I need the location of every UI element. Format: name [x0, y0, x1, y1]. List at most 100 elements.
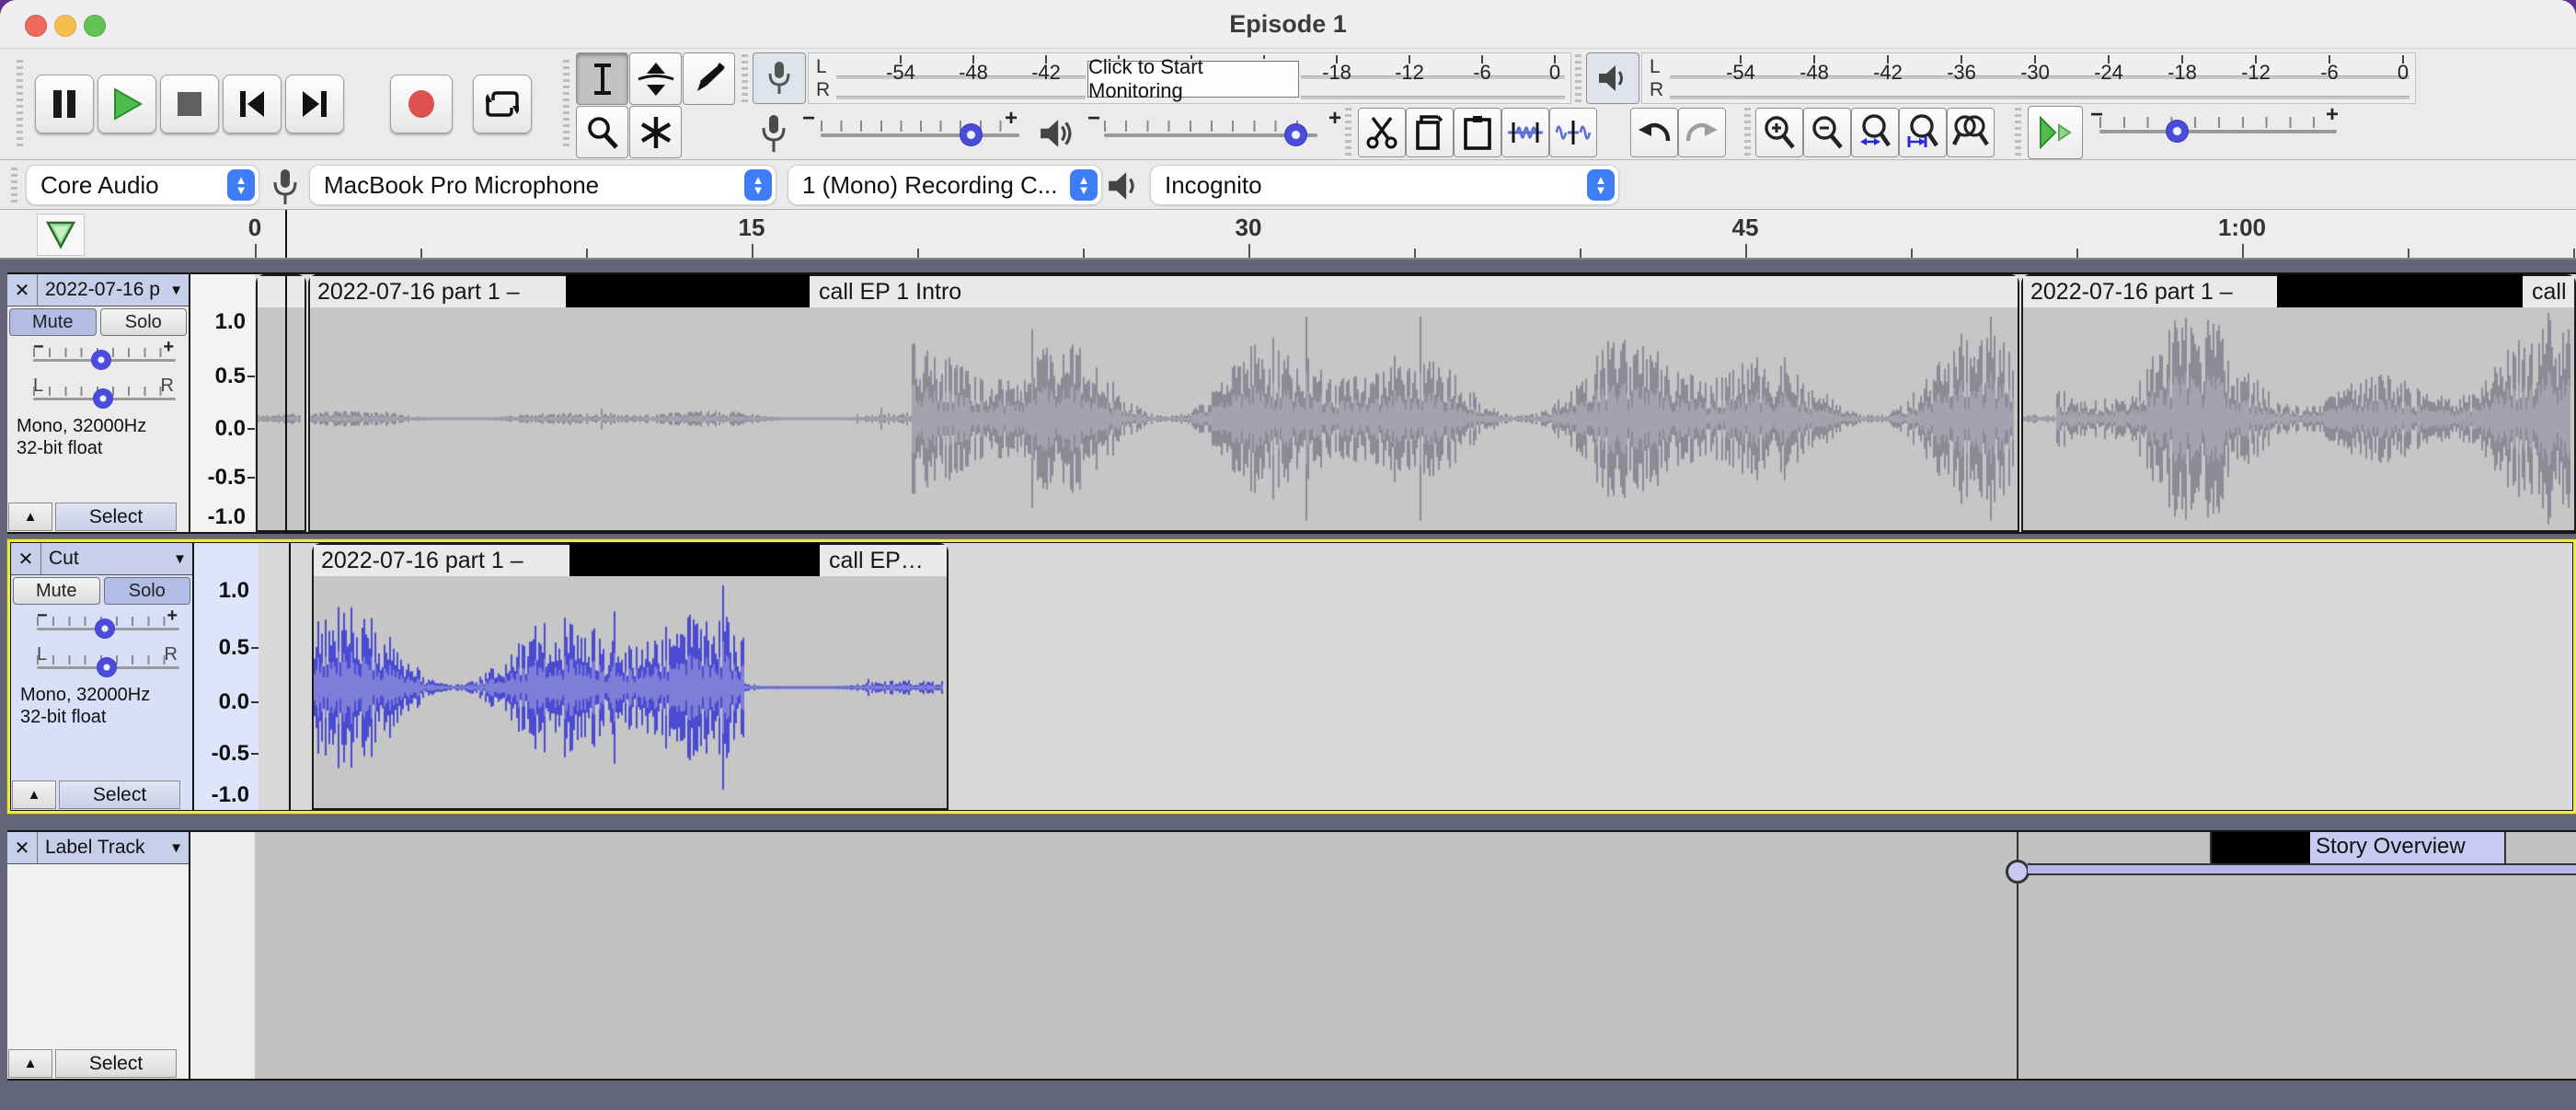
audio-clip[interactable]: 2022-07-16 part 1 – call EP 1 Intro: [308, 274, 2019, 532]
track-1-content[interactable]: 2022-07-16 part 1 – call EP 1 Intro2022-…: [255, 274, 2576, 532]
track-2-collapse-button[interactable]: ▲: [12, 780, 56, 809]
cut-button[interactable]: [1358, 108, 1406, 157]
label-track-select-button[interactable]: Select: [55, 1049, 177, 1078]
playback-meter-grip[interactable]: [1575, 54, 1581, 104]
recording-meter-grip[interactable]: [742, 54, 748, 104]
track-1-solo-button[interactable]: Solo: [100, 308, 188, 336]
track-2-solo-button[interactable]: Solo: [104, 577, 191, 605]
recording-channels-dropdown[interactable]: 1 (Mono) Recording C... ▲▼: [788, 165, 1102, 205]
playback-meter[interactable]: L R -54-48-42-36-30-24-18-12-60: [1641, 52, 2416, 104]
record-volume-slider[interactable]: [821, 111, 1019, 156]
play-speed-thumb[interactable]: [2166, 120, 2189, 143]
clip-title-suffix: call EP…: [820, 548, 924, 574]
track-1-name[interactable]: 2022-07-16 p▼: [38, 274, 189, 306]
undo-button[interactable]: [1630, 108, 1678, 157]
stop-button[interactable]: [160, 75, 219, 133]
track-2-format-info: Mono, 32000Hz32-bit float: [11, 683, 192, 728]
audio-clip[interactable]: [256, 274, 306, 532]
track-2-name[interactable]: Cut▼: [41, 543, 192, 574]
track-1-gain-thumb[interactable]: [91, 350, 111, 370]
clip-title-bar[interactable]: 2022-07-16 part 1 – call: [2023, 276, 2574, 307]
track-2-gain-thumb[interactable]: [95, 619, 115, 639]
audio-host-dropdown[interactable]: Core Audio ▲▼: [26, 165, 259, 205]
track-2-select-button[interactable]: Select: [59, 780, 180, 809]
zoom-out-button[interactable]: [1803, 108, 1851, 157]
copy-button[interactable]: [1406, 108, 1454, 157]
play-at-speed-button[interactable]: [2028, 106, 2083, 159]
skip-to-end-button[interactable]: [285, 75, 344, 133]
window-title: Episode 1: [0, 0, 2576, 48]
label-handle[interactable]: [2006, 860, 2030, 884]
clip-title-bar[interactable]: 2022-07-16 part 1 – call EP…: [314, 545, 947, 576]
zoom-toggle-button[interactable]: [1947, 108, 1995, 157]
pause-button[interactable]: [35, 75, 94, 133]
zoom-tool-button[interactable]: [576, 106, 628, 158]
track-1-collapse-button[interactable]: ▲: [8, 503, 52, 531]
track-2-content[interactable]: 2022-07-16 part 1 – call EP…: [259, 543, 2572, 810]
track-2-vertical-scale[interactable]: 1.00.50.0-0.5-1.0: [192, 543, 262, 810]
track-2-close-button[interactable]: ✕: [11, 543, 41, 574]
track-1-select-button[interactable]: Select: [55, 503, 177, 531]
ruler-time-label: 1:00: [2218, 214, 2266, 242]
redo-button[interactable]: [1678, 108, 1726, 157]
label-text-box[interactable]: Story Overview: [2210, 832, 2506, 865]
audio-clip[interactable]: 2022-07-16 part 1 – call: [2021, 274, 2576, 532]
track-1-gain-slider[interactable]: [33, 341, 176, 374]
label-track-close-button[interactable]: ✕: [7, 832, 38, 863]
loop-button[interactable]: [473, 75, 532, 133]
play-icon: [111, 87, 143, 121]
clip-title-bar[interactable]: [258, 276, 305, 307]
clip-title-bar[interactable]: 2022-07-16 part 1 – call EP 1 Intro: [310, 276, 2018, 307]
clip-waveform-area[interactable]: [258, 307, 305, 530]
skip-to-start-button[interactable]: [223, 75, 282, 133]
device-toolbar-grip[interactable]: [11, 168, 17, 202]
label-track-content[interactable]: Story Overview: [255, 832, 2576, 1079]
edit-toolbar-grip[interactable]: [1345, 108, 1351, 156]
silence-audio-button[interactable]: [1549, 108, 1597, 157]
record-button[interactable]: [390, 75, 453, 133]
timeline-ruler[interactable]: 01530451:00: [0, 210, 2576, 260]
zoom-in-button[interactable]: [1755, 108, 1803, 157]
transport-toolbar-grip[interactable]: [17, 60, 23, 148]
track-1-close-button[interactable]: ✕: [7, 274, 38, 306]
playback-volume-slider[interactable]: [1104, 111, 1317, 156]
monitoring-tooltip[interactable]: Click to Start Monitoring: [1087, 61, 1299, 98]
label-track-name[interactable]: Label Track▼: [38, 832, 189, 863]
trim-audio-button[interactable]: [1501, 108, 1549, 157]
track-1-mute-button[interactable]: Mute: [9, 308, 97, 336]
silence-audio-icon: [1555, 117, 1592, 148]
record-meter-mic-button[interactable]: [753, 52, 806, 104]
envelope-tool-button[interactable]: [629, 52, 682, 105]
recording-meter[interactable]: L R -54-48-42-36-30-24-18-12-60 Click to…: [808, 52, 1571, 104]
record-volume-thumb[interactable]: [960, 123, 983, 146]
selection-tool-button[interactable]: [576, 52, 628, 105]
zoom-toolbar-grip[interactable]: [1744, 108, 1751, 156]
clip-waveform-area[interactable]: [314, 576, 947, 808]
tools-toolbar-grip[interactable]: [563, 60, 569, 148]
track-2-gain-slider[interactable]: [37, 609, 179, 642]
clip-waveform-area[interactable]: [2023, 307, 2574, 530]
fit-project-button[interactable]: [1899, 108, 1947, 157]
track-2-mute-button[interactable]: Mute: [13, 577, 100, 605]
fit-selection-button[interactable]: [1851, 108, 1899, 157]
playback-meter-right-label: R: [1650, 79, 1663, 101]
timeline-pin-button[interactable]: [37, 214, 85, 256]
track-2-pan-thumb[interactable]: [97, 657, 117, 677]
play-speed-slider[interactable]: [2099, 108, 2337, 152]
playback-meter-speaker-button[interactable]: [1586, 52, 1639, 104]
playback-volume-thumb[interactable]: [1284, 123, 1307, 146]
play-button[interactable]: [98, 75, 156, 133]
multi-tool-button[interactable]: [629, 106, 682, 158]
clip-waveform-area[interactable]: [310, 307, 2018, 530]
recording-device-dropdown[interactable]: MacBook Pro Microphone ▲▼: [309, 165, 776, 205]
paste-button[interactable]: [1454, 108, 1501, 157]
track-1-pan-slider[interactable]: [33, 379, 176, 412]
track-2-pan-slider[interactable]: [37, 648, 179, 681]
track-1-pan-thumb[interactable]: [93, 388, 113, 409]
draw-tool-button[interactable]: [683, 52, 735, 105]
audio-clip[interactable]: 2022-07-16 part 1 – call EP…: [312, 543, 949, 810]
track-1-vertical-scale[interactable]: 1.00.50.0-0.5-1.0: [189, 274, 259, 532]
playback-device-dropdown[interactable]: Incognito ▲▼: [1150, 165, 1619, 205]
label-track-collapse-button[interactable]: ▲: [8, 1049, 52, 1078]
play-at-speed-grip[interactable]: [2015, 108, 2021, 156]
